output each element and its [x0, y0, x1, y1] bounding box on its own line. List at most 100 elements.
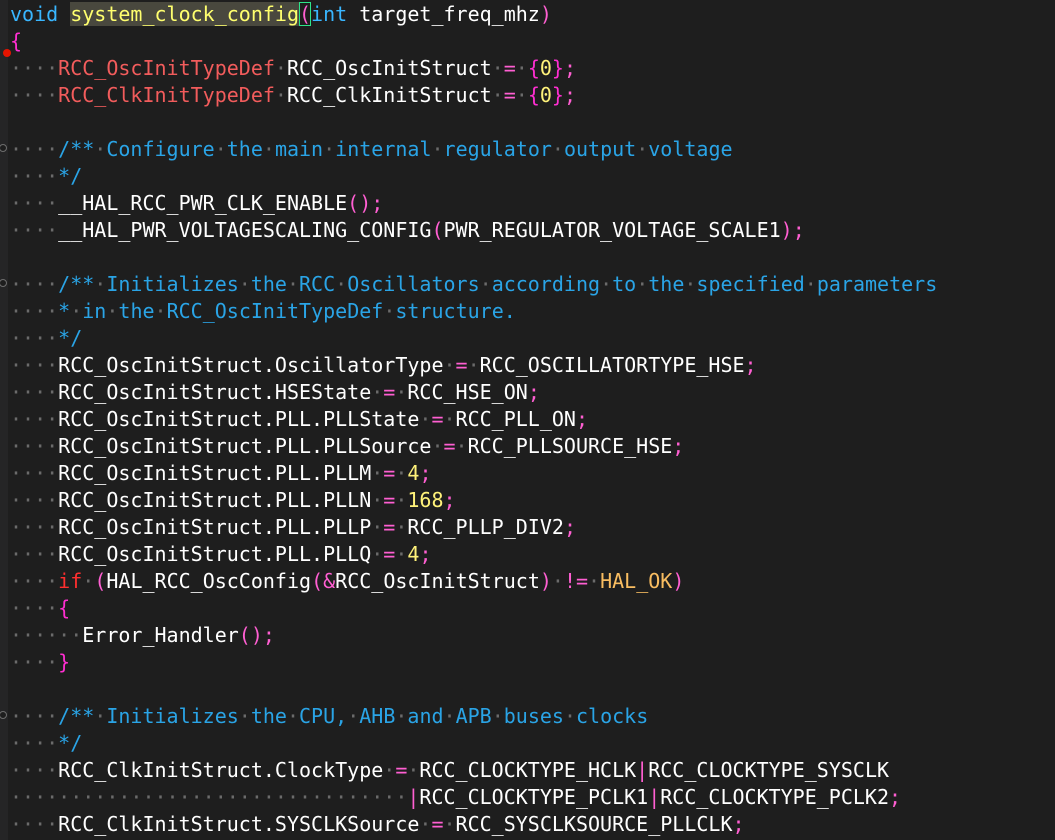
code-line[interactable]: ····*·in·the·RCC_OscInitTypeDef·structur…: [10, 298, 1055, 325]
code-token: RCC_CLOCKTYPE_HCLK: [419, 758, 637, 782]
whitespace-marker: ·: [588, 569, 601, 593]
code-token: RCC_OscInitStruct.PLL.PLLState: [58, 407, 420, 431]
whitespace-marker: ····: [10, 380, 59, 404]
whitespace-marker: ·: [286, 272, 300, 296]
whitespace-marker: ····: [10, 299, 59, 323]
code-line[interactable]: ····RCC_OscInitStruct.OscillatorType·=·R…: [10, 352, 1055, 379]
whitespace-marker: ·: [443, 704, 456, 728]
whitespace-marker: ····: [10, 461, 59, 485]
code-token: |: [648, 785, 661, 809]
code-line[interactable]: ····{: [10, 595, 1055, 622]
code-token: to: [612, 272, 637, 296]
code-line[interactable]: void·system_clock_config(int·target_freq…: [10, 1, 1055, 28]
whitespace-marker: ·: [443, 353, 456, 377]
code-line[interactable]: [10, 244, 1055, 271]
code-token: /**: [58, 137, 95, 161]
code-line[interactable]: ····*/: [10, 163, 1055, 190]
whitespace-marker: ·: [600, 272, 613, 296]
whitespace-marker: ·: [431, 434, 444, 458]
whitespace-marker: ····: [10, 434, 59, 458]
code-token: RCC_PLLP_DIV2: [407, 515, 564, 539]
code-line[interactable]: ····RCC_OscInitStruct.PLL.PLLP·=·RCC_PLL…: [10, 514, 1055, 541]
code-line[interactable]: ····if·(HAL_RCC_OscConfig(&RCC_OscInitSt…: [10, 568, 1055, 595]
code-token: regulator: [443, 137, 552, 161]
code-line[interactable]: ····RCC_OscInitStruct.PLL.PLLState·=·RCC…: [10, 406, 1055, 433]
code-editor[interactable]: void·system_clock_config(int·target_freq…: [0, 0, 1055, 840]
whitespace-marker: ·: [684, 272, 697, 296]
whitespace-marker: ····: [10, 569, 59, 593]
code-token: if: [58, 569, 83, 593]
code-token: }: [551, 83, 564, 107]
whitespace-marker: ·: [479, 272, 492, 296]
code-token: =: [503, 56, 516, 80]
code-token: 4: [407, 542, 420, 566]
code-token: RCC_OscInitStruct: [335, 569, 540, 593]
code-line[interactable]: ····__HAL_RCC_PWR_CLK_ENABLE();: [10, 190, 1055, 217]
code-token: =: [383, 461, 396, 485]
whitespace-marker: ·: [419, 407, 432, 431]
code-token: ;: [527, 380, 540, 404]
whitespace-marker: ·: [371, 542, 384, 566]
code-token: RCC_OscInitStruct.OscillatorType: [58, 353, 444, 377]
code-token: =: [383, 380, 396, 404]
whitespace-marker: ·: [335, 272, 348, 296]
code-line[interactable]: ····/**·Initializes·the·CPU,·AHB·and·APB…: [0, 703, 1055, 730]
code-line[interactable]: ····RCC_OscInitStruct.PLL.PLLQ·=·4;: [10, 541, 1055, 568]
code-token: internal: [335, 137, 432, 161]
code-token: RCC_ClkInitTypeDef: [58, 83, 275, 107]
code-line[interactable]: ····RCC_OscInitStruct.PLL.PLLN·=·168;: [10, 487, 1055, 514]
code-line[interactable]: ····RCC_ClkInitStruct.ClockType·=·RCC_CL…: [10, 757, 1055, 784]
code-line[interactable]: ····/**·Initializes·the·RCC·Oscillators·…: [0, 271, 1055, 298]
code-line[interactable]: ····RCC_ClkInitTypeDef·RCC_ClkInitStruct…: [10, 82, 1055, 109]
code-line[interactable]: ····/**·Configure·the·main·internal·regu…: [0, 136, 1055, 163]
code-line[interactable]: ····RCC_OscInitStruct.HSEState·=·RCC_HSE…: [10, 379, 1055, 406]
code-line[interactable]: [10, 109, 1055, 136]
code-token: =: [383, 515, 396, 539]
breakpoint-marker-icon[interactable]: [3, 49, 11, 57]
code-line[interactable]: ····}: [10, 649, 1055, 676]
code-token: ;: [563, 56, 576, 80]
code-token: */: [58, 164, 83, 188]
code-token: ;: [792, 218, 805, 242]
code-token: }: [58, 650, 71, 674]
code-line[interactable]: ······Error_Handler();: [10, 622, 1055, 649]
code-token: (: [299, 2, 312, 26]
whitespace-marker: ·: [395, 704, 408, 728]
whitespace-marker: ····: [10, 272, 59, 296]
code-token: ;: [732, 812, 745, 836]
code-token: and: [407, 704, 444, 728]
whitespace-marker: ·: [82, 569, 95, 593]
code-token: 0: [539, 56, 552, 80]
code-line[interactable]: ····RCC_OscInitTypeDef·RCC_OscInitStruct…: [3, 49, 1055, 82]
code-token: specified: [696, 272, 805, 296]
whitespace-marker: ·: [238, 704, 251, 728]
code-token: the: [648, 272, 685, 296]
code-line[interactable]: ·································|RCC_CL…: [10, 784, 1055, 811]
whitespace-marker: ·: [395, 542, 408, 566]
whitespace-marker: ····: [10, 407, 59, 431]
code-token: ;: [371, 191, 384, 215]
code-token: ;: [419, 461, 432, 485]
whitespace-marker: ·: [636, 272, 649, 296]
code-line[interactable]: ····*/: [10, 325, 1055, 352]
whitespace-marker: ·: [515, 83, 528, 107]
code-token: /**: [58, 704, 95, 728]
code-token: 168: [407, 488, 444, 512]
code-token: HAL_RCC_OscConfig: [106, 569, 312, 593]
code-token: ;: [563, 83, 576, 107]
code-area[interactable]: void·system_clock_config(int·target_freq…: [0, 1, 1055, 838]
whitespace-marker: ·: [94, 137, 107, 161]
code-token: RCC: [299, 272, 336, 296]
whitespace-marker: ·: [804, 272, 817, 296]
code-line[interactable]: ····RCC_OscInitStruct.PLL.PLLSource·=·RC…: [10, 433, 1055, 460]
whitespace-marker: ····: [10, 704, 59, 728]
code-line[interactable]: ····__HAL_PWR_VOLTAGESCALING_CONFIG(PWR_…: [10, 217, 1055, 244]
code-line[interactable]: {: [10, 28, 1055, 55]
code-line[interactable]: ····RCC_ClkInitStruct.SYSCLKSource·=·RCC…: [10, 811, 1055, 838]
code-token: =: [395, 758, 408, 782]
code-token: parameters: [816, 272, 938, 296]
code-line[interactable]: [10, 676, 1055, 703]
code-line[interactable]: ····RCC_OscInitStruct.PLL.PLLM·=·4;: [10, 460, 1055, 487]
code-line[interactable]: ····*/: [10, 730, 1055, 757]
whitespace-marker: ····: [10, 812, 59, 836]
